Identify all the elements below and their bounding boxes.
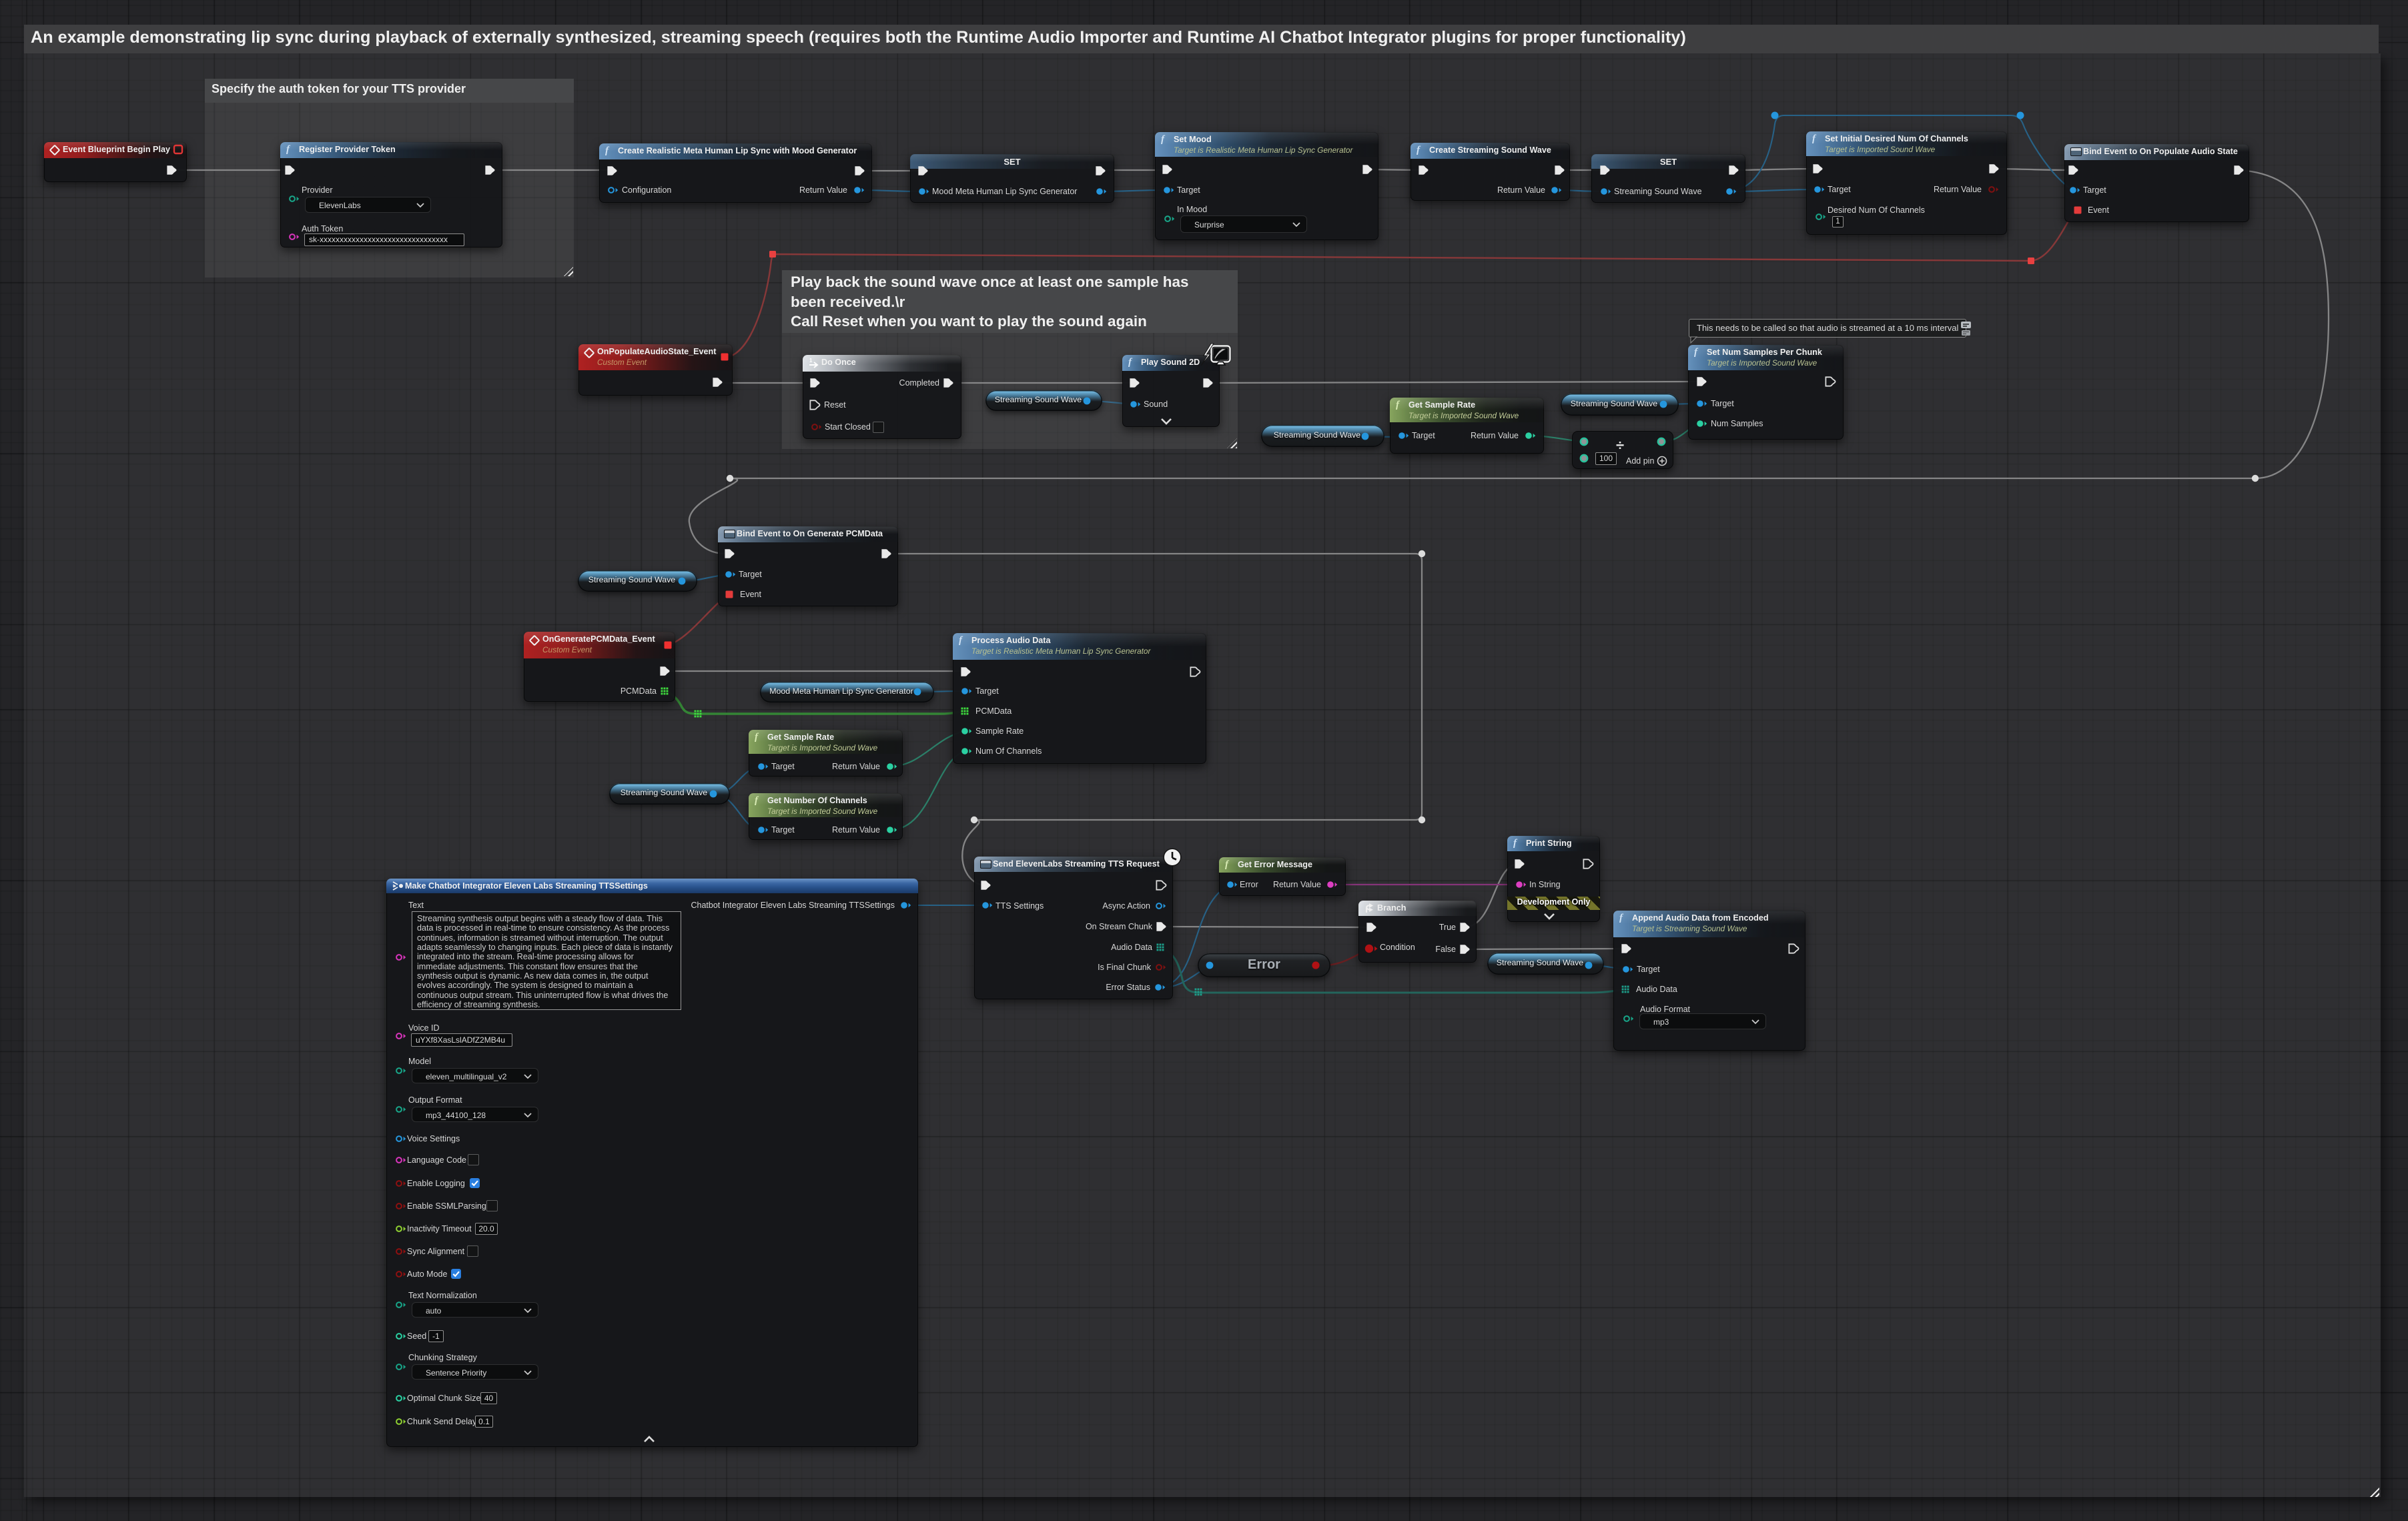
svg-text:1: 1: [809, 358, 813, 364]
